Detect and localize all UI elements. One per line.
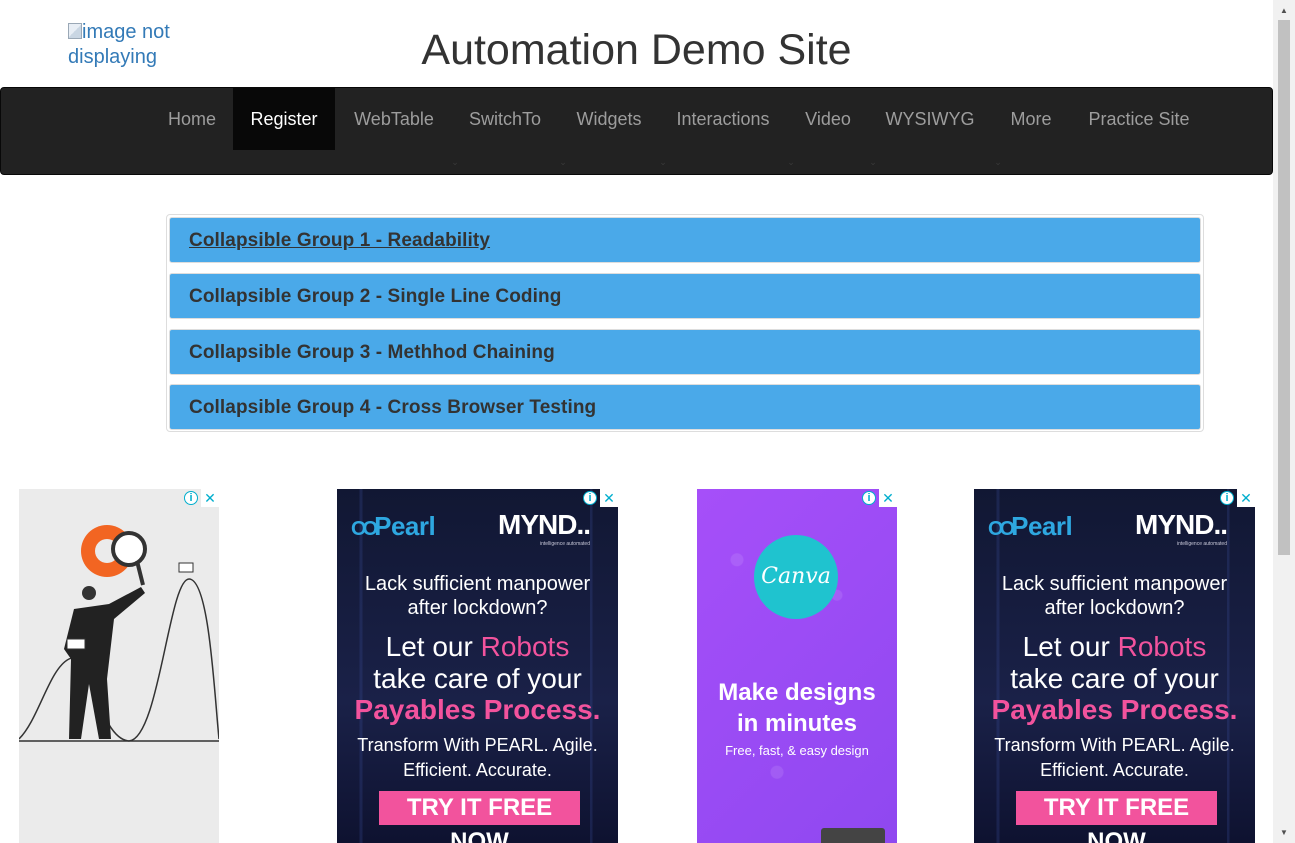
ad-footer-tab[interactable]	[821, 828, 885, 843]
nav-item-more[interactable]: More	[993, 88, 1069, 150]
ad-text-highlight: Payables Process.	[354, 694, 601, 725]
ad-text-line: Lack sufficient manpower	[364, 573, 591, 595]
ad-controls: i ✕	[1217, 489, 1255, 507]
chevron-down-icon: ⌄	[787, 157, 795, 167]
ad-text-line: Efficient. Accurate.	[403, 760, 552, 780]
ad-cta-button[interactable]: TRY IT FREE NOW	[379, 791, 580, 843]
nav-item-video[interactable]: Video	[789, 88, 867, 150]
pearl-logo-text: Pearl	[1011, 511, 1073, 541]
nav-item-interactions[interactable]: Interactions	[661, 88, 785, 150]
ad-text-line: take care of your	[373, 663, 582, 694]
chevron-down-icon: ⌄	[559, 157, 567, 167]
chevron-down-icon: ⌄	[451, 157, 459, 167]
collapsible-group-4[interactable]: Collapsible Group 4 - Cross Browser Test…	[169, 384, 1201, 430]
ad-banner-canva[interactable]: Canva Make designs in minutes Free, fast…	[697, 489, 897, 843]
ad-banner-pearl-1[interactable]: OOPearl MYND.. intelligence automated La…	[337, 489, 618, 843]
ad-illustration-image	[19, 525, 219, 742]
pearl-logo: OOPearl	[351, 511, 436, 542]
ad-text-line: Lack sufficient manpower	[1001, 573, 1228, 595]
ad-subtext: Free, fast, & easy design	[725, 743, 869, 758]
ad-banner-illustration[interactable]: i ✕	[19, 489, 219, 843]
collapsible-group-title[interactable]: Collapsible Group 4 - Cross Browser Test…	[189, 397, 596, 418]
collapsible-group-1[interactable]: Collapsible Group 1 - Readability	[169, 217, 1201, 263]
mynd-logo-sub: intelligence automated	[539, 541, 590, 547]
collapsible-group-title[interactable]: Collapsible Group 1 - Readability	[189, 230, 490, 251]
ad-info-icon[interactable]: i	[1220, 491, 1234, 505]
nav-item-practice-site[interactable]: Practice Site	[1073, 88, 1205, 150]
ad-headline: Let our Robots	[337, 631, 618, 663]
collapsible-group-2[interactable]: Collapsible Group 2 - Single Line Coding	[169, 273, 1201, 319]
ad-headline-highlight: Robots	[1117, 631, 1207, 662]
ad-brand-row: OOPearl MYND.. intelligence automated	[988, 509, 1241, 547]
scroll-up-arrow-icon[interactable]: ▲	[1273, 2, 1295, 19]
nav-item-webtable[interactable]: WebTable	[339, 88, 449, 150]
mynd-logo-sub: intelligence automated	[1176, 541, 1227, 547]
nav-item-register[interactable]: Register	[233, 88, 335, 150]
nav-item-wysiwyg[interactable]: WYSIWYG	[871, 88, 989, 150]
ad-info-icon[interactable]: i	[184, 491, 198, 505]
ad-close-icon[interactable]: ✕	[201, 489, 219, 507]
ad-text-line: Transform With PEARL. Agile.	[357, 735, 598, 755]
chevron-down-icon: ⌄	[659, 157, 667, 167]
ad-controls: i ✕	[580, 489, 618, 507]
scrollbar-thumb[interactable]	[1278, 20, 1290, 555]
canva-logo: Canva	[754, 535, 838, 619]
scroll-down-arrow-icon[interactable]: ▼	[1273, 824, 1295, 841]
nav-item-switchto[interactable]: SwitchTo	[453, 88, 557, 150]
collapsible-group-title[interactable]: Collapsible Group 3 - Methhod Chaining	[189, 342, 555, 363]
pearl-logo-text: Pearl	[374, 511, 436, 541]
ad-controls: i ✕	[859, 489, 897, 507]
ad-close-icon[interactable]: ✕	[879, 489, 897, 507]
collapsible-group-3[interactable]: Collapsible Group 3 - Methhod Chaining	[169, 329, 1201, 375]
ad-text-line: after lockdown?	[407, 597, 548, 619]
ad-banner-pearl-2[interactable]: OOPearl MYND.. intelligence automated La…	[974, 489, 1255, 843]
chevron-down-icon: ⌄	[869, 157, 877, 167]
ad-text-line: Efficient. Accurate.	[1040, 760, 1189, 780]
collapsible-accordion: Collapsible Group 1 - Readability Collap…	[166, 214, 1204, 432]
collapsible-group-title[interactable]: Collapsible Group 2 - Single Line Coding	[189, 286, 561, 307]
pearl-logo-mark-icon: OO	[988, 518, 1015, 540]
page-title: Automation Demo Site	[421, 26, 852, 74]
mynd-logo: MYND..	[498, 509, 591, 540]
ad-cta-button[interactable]: TRY IT FREE NOW	[1016, 791, 1217, 843]
page-scrollbar[interactable]: ▲ ▼	[1273, 0, 1295, 843]
chevron-down-icon: ⌄	[994, 157, 1002, 167]
ad-brand-row: OOPearl MYND.. intelligence automated	[351, 509, 604, 547]
pearl-logo: OOPearl	[988, 511, 1073, 542]
main-navbar: Home Register WebTable SwitchTo Widgets …	[0, 87, 1273, 175]
ad-headline-highlight: Robots	[480, 631, 570, 662]
ad-text-line: take care of your	[1010, 663, 1219, 694]
ad-info-icon[interactable]: i	[862, 491, 876, 505]
ad-headline: Make designs	[718, 679, 876, 706]
ad-close-icon[interactable]: ✕	[1237, 489, 1255, 507]
ad-text-line: Transform With PEARL. Agile.	[994, 735, 1235, 755]
ad-text-line: after lockdown?	[1044, 597, 1185, 619]
ad-text-highlight: Payables Process.	[991, 694, 1238, 725]
ad-headline-text: Let our	[1022, 631, 1118, 662]
ad-info-icon[interactable]: i	[583, 491, 597, 505]
ad-headline-text: Let our	[385, 631, 481, 662]
nav-item-widgets[interactable]: Widgets	[561, 88, 657, 150]
ad-headline: Let our Robots	[974, 631, 1255, 663]
ad-headline: in minutes	[736, 710, 857, 737]
pearl-logo-mark-icon: OO	[351, 518, 378, 540]
mynd-logo: MYND..	[1135, 509, 1228, 540]
nav-item-home[interactable]: Home	[153, 88, 231, 150]
ad-controls: i ✕	[181, 489, 219, 507]
ad-close-icon[interactable]: ✕	[600, 489, 618, 507]
